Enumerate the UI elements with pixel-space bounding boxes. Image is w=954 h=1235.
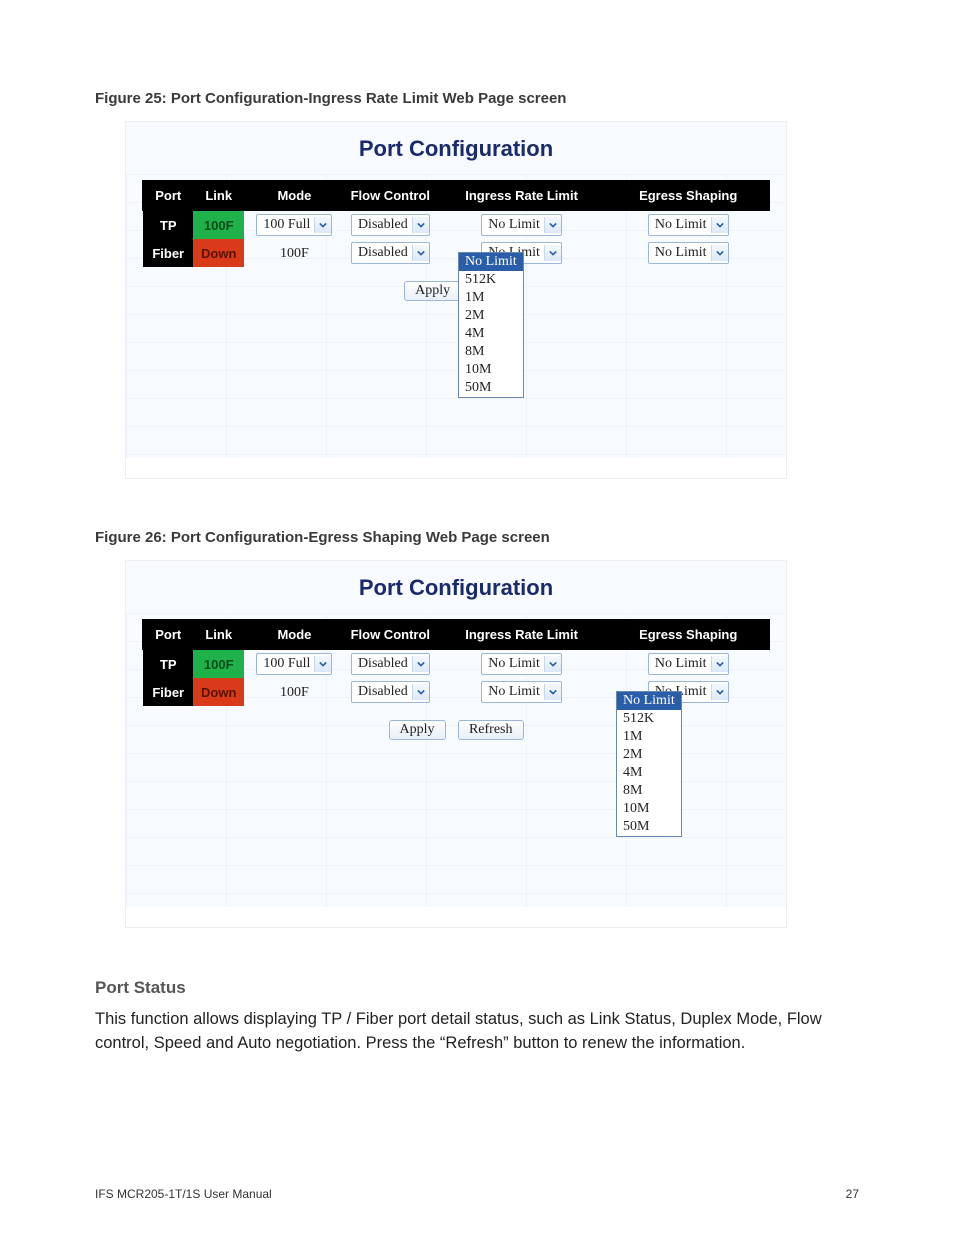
flow-select-tp[interactable]: Disabled xyxy=(351,653,430,675)
flow-select-fiber[interactable]: Disabled xyxy=(351,681,430,703)
col-port: Port xyxy=(143,181,193,210)
col-egress: Egress Shaping xyxy=(607,181,769,210)
chevron-down-icon xyxy=(711,217,728,233)
link-tp: 100F xyxy=(193,210,243,239)
mode-value: 100 Full xyxy=(263,217,310,233)
link-fiber: Down xyxy=(193,678,243,706)
section-body: This function allows displaying TP / Fib… xyxy=(95,1008,859,1056)
dropdown-option[interactable]: No Limit xyxy=(617,692,681,710)
col-ingress: Ingress Rate Limit xyxy=(436,620,608,649)
egress-value: No Limit xyxy=(655,245,707,261)
table-row: TP 100F 100 Full Disabled xyxy=(143,210,769,239)
dropdown-option[interactable]: 50M xyxy=(459,379,523,397)
chevron-down-icon xyxy=(412,217,429,233)
flow-select-tp[interactable]: Disabled xyxy=(351,214,430,236)
dropdown-option[interactable]: 512K xyxy=(459,271,523,289)
col-flow: Flow Control xyxy=(345,620,436,649)
mode-select-tp[interactable]: 100 Full xyxy=(256,653,332,675)
refresh-button[interactable]: Refresh xyxy=(458,720,524,740)
ingress-value: No Limit xyxy=(488,656,540,672)
port-fiber: Fiber xyxy=(143,239,193,267)
dropdown-option[interactable]: 2M xyxy=(617,746,681,764)
port-tp: TP xyxy=(143,210,193,239)
col-mode: Mode xyxy=(244,620,345,649)
port-config-table: Port Link Mode Flow Control Ingress Rate… xyxy=(142,180,770,267)
col-flow: Flow Control xyxy=(345,181,436,210)
chevron-down-icon xyxy=(544,684,561,700)
ingress-select-fiber[interactable]: No Limit xyxy=(481,681,562,703)
apply-button[interactable]: Apply xyxy=(404,281,461,301)
ingress-select-tp[interactable]: No Limit xyxy=(481,214,562,236)
dropdown-option[interactable]: 1M xyxy=(459,289,523,307)
dropdown-option[interactable]: 1M xyxy=(617,728,681,746)
egress-select-tp[interactable]: No Limit xyxy=(648,653,729,675)
dropdown-option[interactable]: 2M xyxy=(459,307,523,325)
dropdown-option[interactable]: 512K xyxy=(617,710,681,728)
col-link: Link xyxy=(193,620,243,649)
footer-page-number: 27 xyxy=(846,1187,859,1201)
figure-25: Port Configuration Port Link Mode Flow C… xyxy=(125,121,787,479)
flow-value: Disabled xyxy=(358,684,408,700)
link-fiber: Down xyxy=(193,239,243,267)
egress-select-fiber[interactable]: No Limit xyxy=(648,242,729,264)
port-tp: TP xyxy=(143,649,193,678)
chevron-down-icon xyxy=(544,217,561,233)
dropdown-option[interactable]: 8M xyxy=(617,782,681,800)
col-port: Port xyxy=(143,620,193,649)
chevron-down-icon xyxy=(412,684,429,700)
port-fiber: Fiber xyxy=(143,678,193,706)
figure-25-caption: Figure 25: Port Configuration-Ingress Ra… xyxy=(95,90,859,107)
col-egress: Egress Shaping xyxy=(607,620,769,649)
chevron-down-icon xyxy=(412,656,429,672)
dropdown-option[interactable]: 4M xyxy=(459,325,523,343)
chevron-down-icon xyxy=(711,684,728,700)
mode-select-tp[interactable]: 100 Full xyxy=(256,214,332,236)
egress-value: No Limit xyxy=(655,656,707,672)
col-link: Link xyxy=(193,181,243,210)
col-ingress: Ingress Rate Limit xyxy=(436,181,608,210)
panel-title: Port Configuration xyxy=(126,561,786,613)
ingress-value: No Limit xyxy=(488,684,540,700)
panel-title: Port Configuration xyxy=(126,122,786,174)
egress-dropdown[interactable]: No Limit 512K 1M 2M 4M 8M 10M 50M xyxy=(616,691,682,837)
apply-button[interactable]: Apply xyxy=(389,720,446,740)
table-header-row: Port Link Mode Flow Control Ingress Rate… xyxy=(143,181,769,210)
chevron-down-icon xyxy=(711,245,728,261)
ingress-value: No Limit xyxy=(488,217,540,233)
col-mode: Mode xyxy=(244,181,345,210)
table-row: TP 100F 100 Full Disabled xyxy=(143,649,769,678)
mode-value: 100 Full xyxy=(263,656,310,672)
figure-26: Port Configuration Port Link Mode Flow C… xyxy=(125,560,787,928)
chevron-down-icon xyxy=(711,656,728,672)
chevron-down-icon xyxy=(314,656,331,672)
section-title-port-status: Port Status xyxy=(95,978,859,998)
chevron-down-icon xyxy=(314,217,331,233)
dropdown-option[interactable]: 4M xyxy=(617,764,681,782)
mode-fiber: 100F xyxy=(280,685,309,700)
footer-left: IFS MCR205-1T/1S User Manual xyxy=(95,1187,272,1201)
dropdown-option[interactable]: No Limit xyxy=(459,253,523,271)
dropdown-option[interactable]: 10M xyxy=(617,800,681,818)
table-row: Fiber Down 100F Disabled No Limit xyxy=(143,239,769,267)
dropdown-option[interactable]: 10M xyxy=(459,361,523,379)
flow-value: Disabled xyxy=(358,217,408,233)
flow-select-fiber[interactable]: Disabled xyxy=(351,242,430,264)
egress-value: No Limit xyxy=(655,217,707,233)
figure-26-caption: Figure 26: Port Configuration-Egress Sha… xyxy=(95,529,859,546)
egress-select-tp[interactable]: No Limit xyxy=(648,214,729,236)
flow-value: Disabled xyxy=(358,656,408,672)
dropdown-option[interactable]: 50M xyxy=(617,818,681,836)
table-header-row: Port Link Mode Flow Control Ingress Rate… xyxy=(143,620,769,649)
flow-value: Disabled xyxy=(358,245,408,261)
chevron-down-icon xyxy=(544,245,561,261)
link-tp: 100F xyxy=(193,649,243,678)
chevron-down-icon xyxy=(544,656,561,672)
ingress-dropdown[interactable]: No Limit 512K 1M 2M 4M 8M 10M 50M xyxy=(458,252,524,398)
chevron-down-icon xyxy=(412,245,429,261)
dropdown-option[interactable]: 8M xyxy=(459,343,523,361)
mode-fiber: 100F xyxy=(280,246,309,261)
ingress-select-tp[interactable]: No Limit xyxy=(481,653,562,675)
